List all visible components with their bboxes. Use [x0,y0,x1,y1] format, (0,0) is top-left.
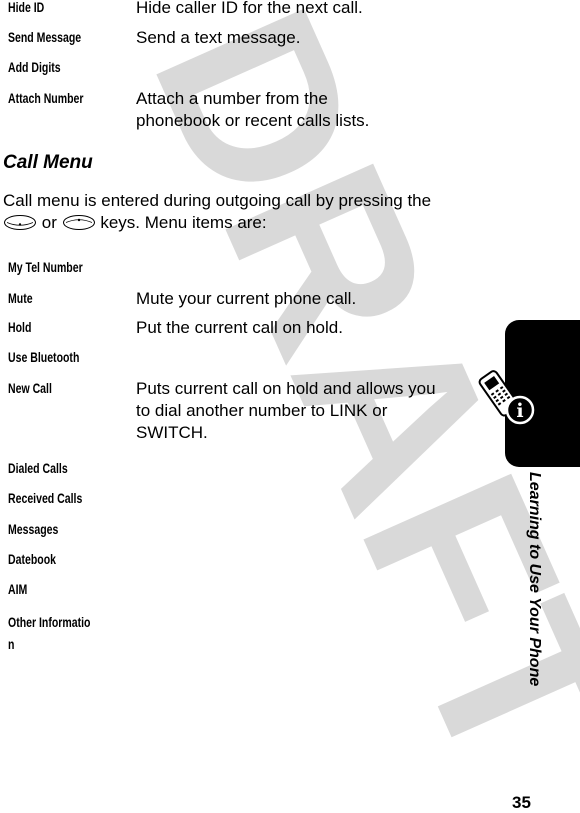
term-hide-id: Hide ID [8,0,45,15]
phone-info-icon: i [478,370,535,425]
intro-text-or: or [41,213,57,232]
term-received-calls: Received Calls [8,491,83,506]
term-my-tel-number: My Tel Number [8,260,83,275]
term-use-bluetooth: Use Bluetooth [8,350,80,365]
term-mute: Mute [8,291,33,306]
intro-text-before: Call menu is entered during outgoing cal… [3,191,432,210]
term-new-call: New Call [8,381,52,396]
nav-up-key-icon [62,215,95,230]
term-add-digits: Add Digits [8,60,61,75]
chapter-title-vertical: Learning to Use Your Phone [515,472,545,742]
desc-send-message: Send a text message. [136,28,301,47]
term-attach-number: Attach Number [8,91,84,106]
nav-down-key-icon [4,215,36,230]
term-hold: Hold [8,320,32,335]
section-intro: Call menu is entered during outgoing cal… [3,190,483,234]
desc-new-call: Puts current call on hold and allows you… [136,379,436,442]
term-dialed-calls: Dialed Calls [8,461,68,476]
section-title: Call Menu [3,152,93,173]
desc-mute: Mute your current phone call. [136,289,357,308]
svg-text:i: i [516,400,523,422]
term-aim: AIM [8,582,28,597]
intro-text-after: keys. Menu items are: [100,213,267,232]
desc-attach-number: Attach a number from the phonebook or re… [136,89,370,130]
term-messages: Messages [8,522,59,537]
chapter-title: Learning to Use Your Phone [526,472,543,687]
term-send-message: Send Message [8,30,82,45]
desc-hold: Put the current call on hold. [136,318,343,337]
term-datebook: Datebook [8,552,56,567]
term-other-information: Other Informatio n [8,615,91,652]
page-number: 35 [512,793,531,812]
desc-hide-id: Hide caller ID for the next call. [136,0,363,17]
